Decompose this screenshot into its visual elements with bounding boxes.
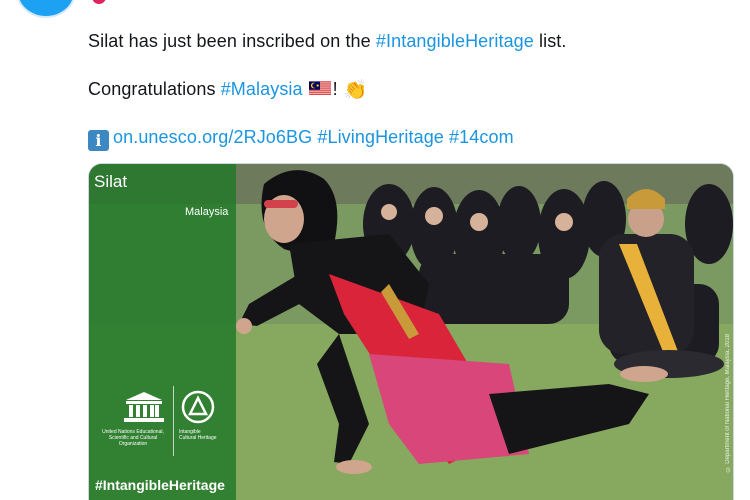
- panel-country: Malaysia: [185, 206, 229, 218]
- unesco-temple-icon: [124, 392, 164, 422]
- notification-dot: [92, 0, 106, 4]
- tweet-text: Congratulations: [88, 79, 221, 99]
- photo-credit: © Department of National Heritage, Malay…: [725, 334, 731, 472]
- unesco-link[interactable]: on.unesco.org/2RJo6BG: [113, 127, 312, 147]
- tweet-page: Silat has just been inscribed on the #In…: [0, 0, 750, 500]
- tweet-text-line-2: Congratulations #Malaysia ! 👏: [88, 78, 368, 102]
- exclamation-text: !: [332, 79, 338, 99]
- hashtag-livingheritage[interactable]: #LivingHeritage: [317, 127, 444, 147]
- intangible-heritage-panel: Silat Malaysia United Nations Educationa…: [89, 164, 236, 500]
- hashtag-intangibleheritage[interactable]: #IntangibleHeritage: [376, 31, 534, 51]
- ich-emblem-icon: [181, 390, 215, 424]
- logo-divider: [173, 386, 174, 456]
- panel-title: Silat: [94, 172, 128, 191]
- ich-caption: Intangible Cultural Heritage: [179, 429, 217, 441]
- tweet-text-line-3: i on.unesco.org/2RJo6BG #LivingHeritage #…: [88, 126, 514, 151]
- unesco-caption: United Nations Educational, Scientific a…: [102, 429, 164, 447]
- panel-hashtag: #IntangibleHeritage: [95, 477, 225, 493]
- profile-avatar[interactable]: [16, 0, 76, 18]
- tweet-text: list.: [533, 31, 567, 51]
- tweet-text-line-1: Silat has just been inscribed on the #In…: [88, 30, 567, 52]
- hashtag-14com[interactable]: #14com: [449, 127, 514, 147]
- tweet-text: Silat has just been inscribed on the: [88, 31, 376, 51]
- tweet-media-image[interactable]: Silat Malaysia United Nations Educationa…: [88, 163, 734, 500]
- hashtag-malaysia[interactable]: #Malaysia: [221, 79, 303, 99]
- clapping-hands-icon: 👏: [343, 80, 368, 101]
- information-icon: i: [88, 130, 109, 151]
- malaysia-flag-icon: [308, 81, 331, 96]
